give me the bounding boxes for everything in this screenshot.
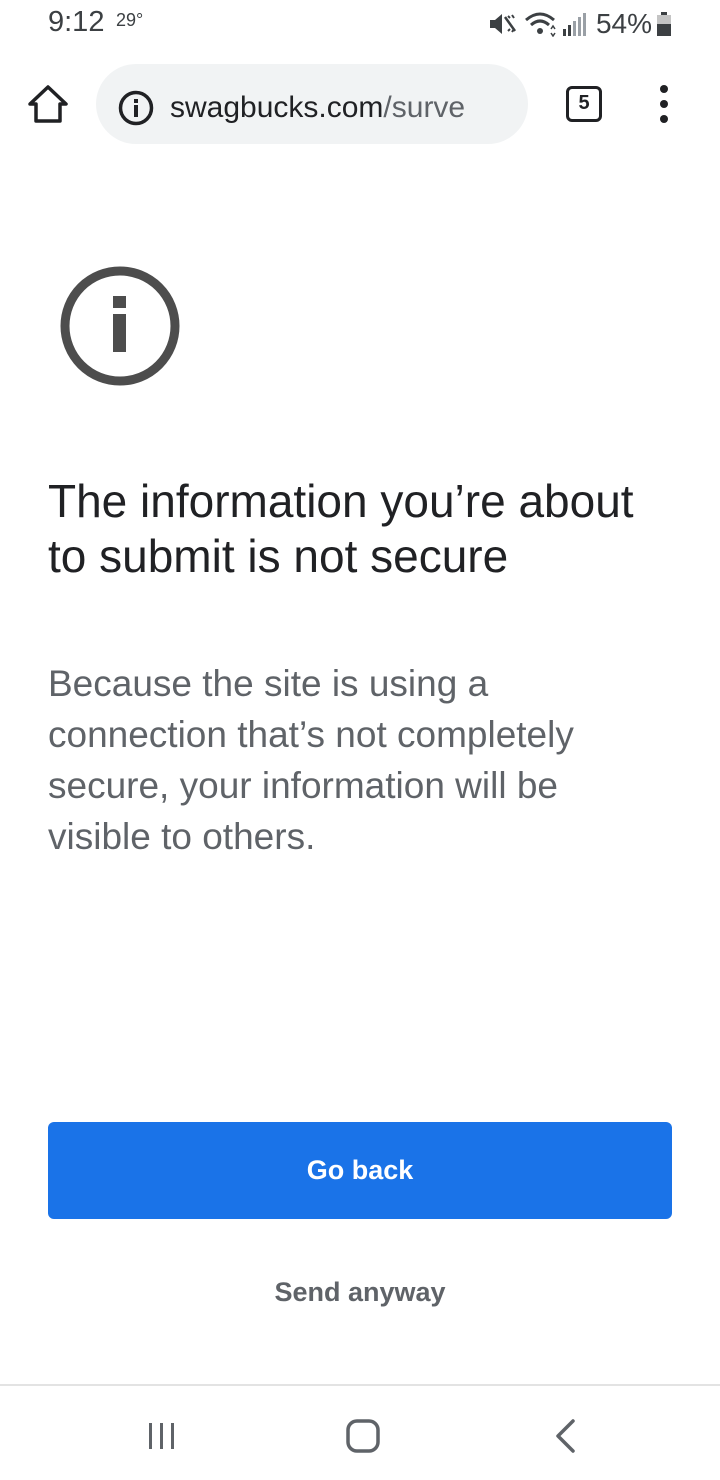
url-text[interactable]: swagbucks.com/surve [170, 88, 510, 128]
status-temperature: 29° [116, 10, 144, 30]
wifi-icon [524, 12, 556, 37]
go-back-button[interactable]: Go back [48, 1122, 672, 1219]
warning-description: Because the site is using a connection t… [48, 663, 574, 857]
recents-icon[interactable] [146, 1420, 178, 1452]
status-bar: 9:12 29° 54% [0, 0, 720, 48]
mute-icon [489, 14, 516, 34]
home-icon[interactable] [346, 1418, 380, 1454]
more-vert-icon [660, 85, 668, 123]
address-bar[interactable]: swagbucks.com/surve [96, 64, 528, 144]
more-options-button[interactable] [646, 82, 682, 126]
browser-toolbar: swagbucks.com/surve 5 [0, 58, 720, 148]
navigation-bar [0, 1384, 720, 1480]
battery-icon [657, 12, 671, 36]
url-path: /surve [383, 91, 466, 124]
url-host: swagbucks.com [170, 91, 384, 124]
info-icon [60, 266, 180, 386]
home-button[interactable] [26, 82, 70, 126]
home-icon [28, 85, 68, 123]
signal-icon [562, 13, 586, 36]
tab-switcher-button[interactable]: 5 [566, 86, 602, 122]
status-time: 9:12 [48, 6, 105, 38]
battery-percentage: 54% [595, 8, 652, 39]
send-anyway-button[interactable]: Send anyway [210, 1266, 510, 1318]
info-icon[interactable] [118, 90, 154, 126]
page-title: The information you’re about to submit i… [48, 475, 634, 582]
status-icons: 54% [488, 8, 672, 40]
back-icon[interactable] [552, 1418, 578, 1454]
